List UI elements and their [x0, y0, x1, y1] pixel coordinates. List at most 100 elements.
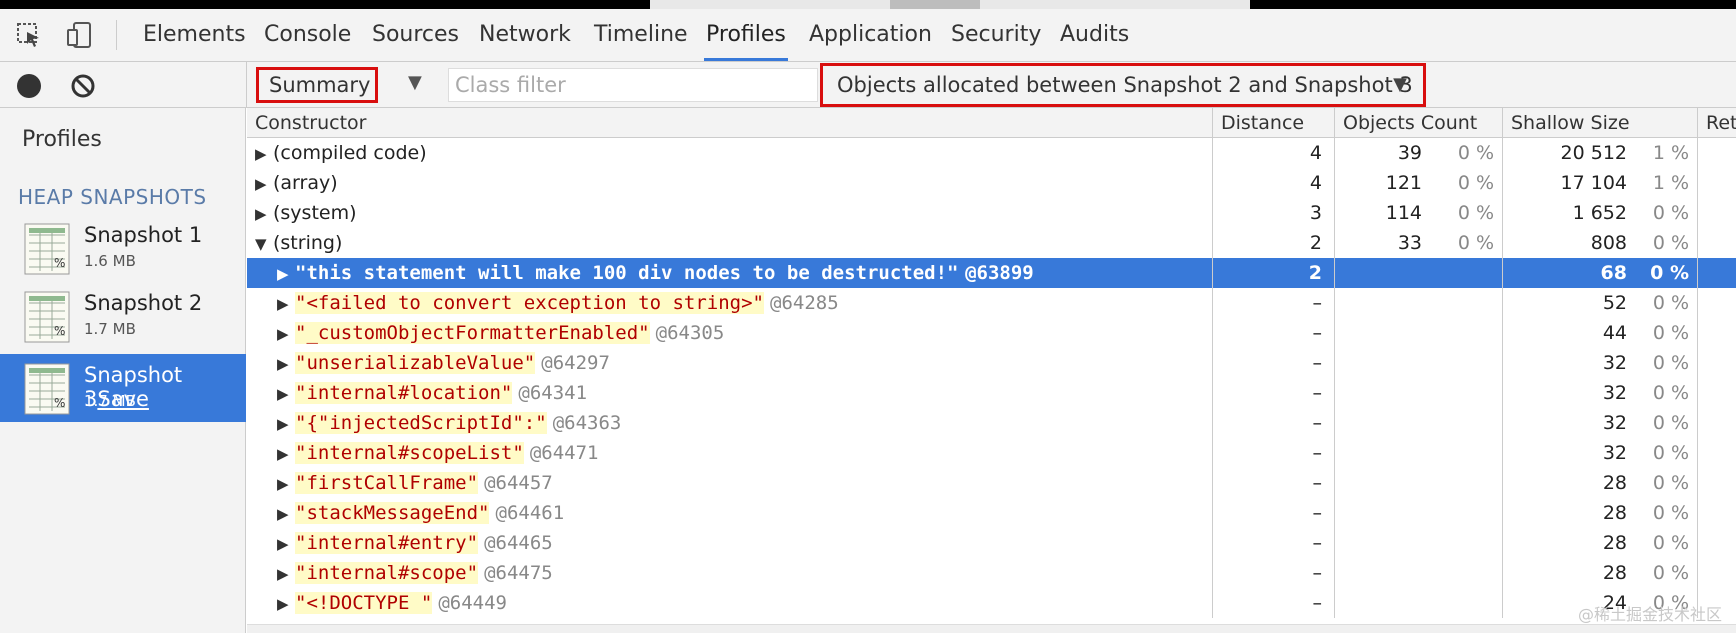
retained-size-cell: [1697, 168, 1736, 198]
tab-audits[interactable]: Audits: [1058, 9, 1131, 61]
tab-security[interactable]: Security: [949, 9, 1043, 61]
table-header: Constructor Distance Objects Count Shall…: [247, 108, 1736, 138]
snapshot-range-select[interactable]: Objects allocated between Snapshot 2 and…: [820, 63, 1426, 107]
shallow-size-cell: 17 104 1 %: [1502, 168, 1697, 198]
object-id: @64449: [438, 592, 507, 614]
constructor-name: (string): [273, 232, 343, 254]
svg-text:%: %: [54, 256, 65, 270]
tab-console[interactable]: Console: [262, 9, 353, 61]
table-row[interactable]: ▶ "stackMessageEnd" @64461 – 28 0 %: [247, 498, 1736, 528]
table-row[interactable]: ▶ "internal#scopeList" @64471 – 32 0 %: [247, 438, 1736, 468]
sidebar-item-snapshot-3[interactable]: % Snapshot 3Save 1.7 MB: [0, 354, 246, 422]
expand-triangle-icon[interactable]: ▶: [277, 379, 295, 408]
expand-triangle-icon[interactable]: ▶: [277, 349, 295, 378]
column-header-retained-size[interactable]: Retai: [1698, 108, 1736, 138]
sidebar-item-snapshot-1[interactable]: % Snapshot 1 1.6 MB: [0, 214, 246, 282]
tab-elements[interactable]: Elements: [141, 9, 248, 61]
retained-size-cell: [1697, 258, 1736, 288]
object-id: @64341: [518, 382, 588, 404]
expand-triangle-icon[interactable]: ▶: [277, 319, 295, 348]
expand-triangle-icon[interactable]: ▶: [277, 259, 295, 288]
constructor-name: (compiled code): [273, 142, 427, 164]
table-row[interactable]: ▶ "internal#entry" @64465 – 28 0 %: [247, 528, 1736, 558]
shallow-size-cell: 32 0 %: [1502, 378, 1697, 408]
view-select-dropdown-icon[interactable]: ▼: [408, 72, 422, 93]
column-header-constructor[interactable]: Constructor: [247, 108, 1213, 138]
tab-application[interactable]: Application: [807, 9, 934, 61]
heap-snapshot-icon: %: [24, 291, 70, 343]
expand-triangle-icon[interactable]: ▶: [277, 469, 295, 498]
objects-count-cell: [1334, 288, 1502, 318]
constructor-name: (system): [273, 202, 357, 224]
expand-triangle-icon[interactable]: ▶: [277, 409, 295, 438]
retained-size-cell: [1697, 378, 1736, 408]
retained-size-cell: [1697, 198, 1736, 228]
tab-profiles[interactable]: Profiles: [704, 9, 788, 61]
record-icon[interactable]: [17, 74, 41, 98]
distance-cell: –: [1212, 288, 1334, 318]
tab-network[interactable]: Network: [477, 9, 573, 61]
table-row[interactable]: ▶ "internal#scope" @64475 – 28 0 %: [247, 558, 1736, 588]
table-row[interactable]: ▶ "internal#location" @64341 – 32 0 %: [247, 378, 1736, 408]
column-header-objects-count[interactable]: Objects Count: [1335, 108, 1503, 138]
snapshot-name: Snapshot 1: [84, 223, 203, 247]
distance-cell: 2: [1212, 228, 1334, 258]
expand-triangle-icon[interactable]: ▶: [255, 169, 273, 198]
objects-count-percent: 0 %: [1457, 142, 1494, 164]
expand-triangle-icon[interactable]: ▶: [277, 589, 295, 618]
table-row[interactable]: ▶ "<failed to convert exception to string…: [247, 288, 1736, 318]
class-filter-input[interactable]: [448, 68, 818, 102]
column-header-shallow-size[interactable]: Shallow Size: [1503, 108, 1698, 138]
device-toolbar-icon[interactable]: [64, 20, 94, 50]
table-row-selected[interactable]: ▶ "this statement will make 100 div nodes…: [247, 258, 1736, 288]
table-row[interactable]: ▶ "<!DOCTYPE " @64449 – 24 0 %: [247, 588, 1736, 618]
object-id: @64475: [484, 562, 553, 584]
string-value: "unserializableValue": [295, 352, 536, 374]
horizontal-scrollbar[interactable]: [247, 624, 1736, 633]
inspect-element-icon[interactable]: [14, 20, 44, 50]
string-value: "_customObjectFormatterEnabled": [295, 322, 650, 344]
table-row[interactable]: ▶ (array) 4 121 0 % 17 104 1 %: [247, 168, 1736, 198]
collapse-triangle-icon[interactable]: ▼: [255, 229, 273, 258]
shallow-size-value: 32: [1602, 382, 1627, 404]
shallow-size-value: 68: [1600, 262, 1627, 284]
distance-cell: –: [1212, 318, 1334, 348]
objects-count-cell: 121 0 %: [1334, 168, 1502, 198]
table-row[interactable]: ▶ (system) 3 114 0 % 1 652 0 %: [247, 198, 1736, 228]
expand-triangle-icon[interactable]: ▶: [277, 289, 295, 318]
expand-triangle-icon[interactable]: ▶: [277, 529, 295, 558]
table-row[interactable]: ▶ "{"injectedScriptId":" @64363 – 32 0 %: [247, 408, 1736, 438]
string-value: "<!DOCTYPE ": [295, 592, 433, 614]
table-row[interactable]: ▼ (string) 2 33 0 % 808 0 %: [247, 228, 1736, 258]
objects-count-value: 114: [1385, 202, 1422, 224]
expand-triangle-icon[interactable]: ▶: [255, 199, 273, 228]
expand-triangle-icon[interactable]: ▶: [277, 439, 295, 468]
objects-count-value: 39: [1397, 142, 1422, 164]
objects-count-percent: 0 %: [1457, 232, 1494, 254]
table-row[interactable]: ▶ "unserializableValue" @64297 – 32 0 %: [247, 348, 1736, 378]
objects-count-cell: 39 0 %: [1334, 138, 1502, 168]
expand-triangle-icon[interactable]: ▶: [277, 559, 295, 588]
shallow-size-value: 52: [1602, 292, 1627, 314]
table-row[interactable]: ▶ "firstCallFrame" @64457 – 28 0 %: [247, 468, 1736, 498]
tab-timeline[interactable]: Timeline: [592, 9, 690, 61]
svg-text:%: %: [54, 396, 65, 410]
column-header-distance[interactable]: Distance: [1213, 108, 1335, 138]
shallow-size-percent: 0 %: [1652, 472, 1689, 494]
expand-triangle-icon[interactable]: ▶: [255, 139, 273, 168]
expand-triangle-icon[interactable]: ▶: [277, 499, 295, 528]
objects-count-cell: [1334, 408, 1502, 438]
shallow-size-cell: 20 512 1 %: [1502, 138, 1697, 168]
view-select[interactable]: Summary: [256, 67, 378, 103]
heap-snapshot-icon: %: [24, 223, 70, 275]
sidebar-item-snapshot-2[interactable]: % Snapshot 2 1.7 MB: [0, 282, 246, 350]
table-row[interactable]: ▶ (compiled code) 4 39 0 % 20 512 1 %: [247, 138, 1736, 168]
tab-sources[interactable]: Sources: [370, 9, 461, 61]
object-id: @64465: [484, 532, 553, 554]
shallow-size-cell: 32 0 %: [1502, 438, 1697, 468]
shallow-size-value: 28: [1602, 472, 1627, 494]
table-row[interactable]: ▶ "_customObjectFormatterEnabled" @64305 …: [247, 318, 1736, 348]
clear-all-icon[interactable]: [70, 73, 96, 99]
shallow-size-cell: 28 0 %: [1502, 468, 1697, 498]
string-value: "<failed to convert exception to string>…: [295, 292, 764, 314]
